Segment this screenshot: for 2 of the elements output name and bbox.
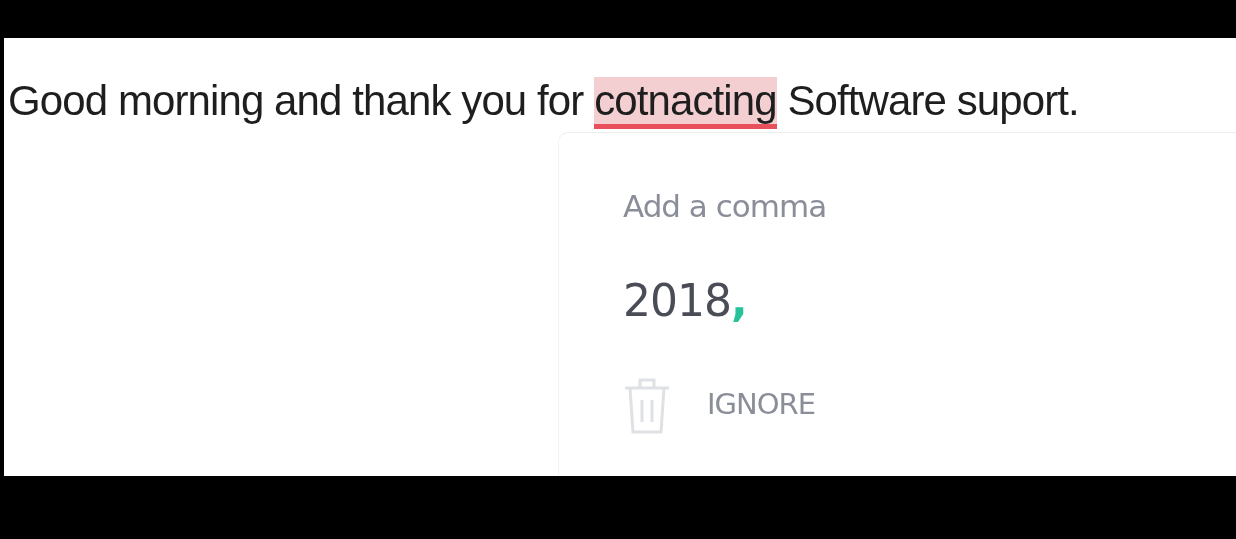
suggestion-replacement[interactable]: 2018, bbox=[623, 267, 1236, 334]
suggestion-title: Add a comma bbox=[623, 187, 828, 226]
